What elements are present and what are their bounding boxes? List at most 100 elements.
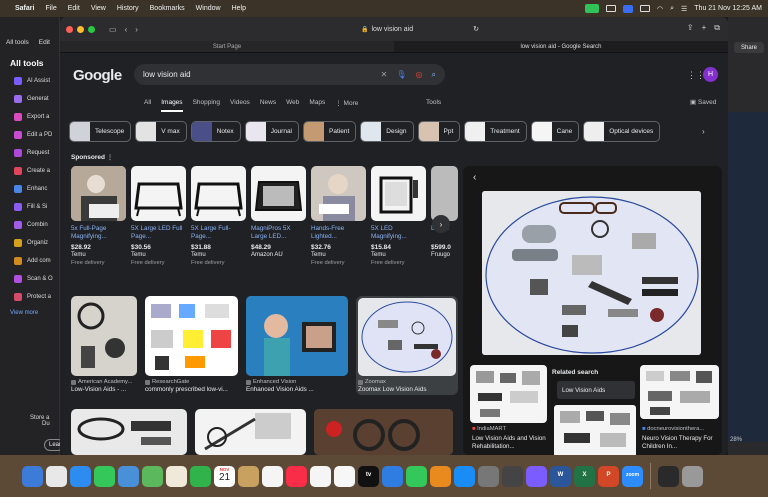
chip-cane[interactable]: Cane — [530, 121, 580, 142]
acrobat-tool[interactable]: Export a — [0, 108, 59, 126]
launchpad-icon[interactable] — [46, 465, 67, 487]
forward-icon[interactable]: › — [135, 25, 138, 34]
nav-images[interactable]: Images — [161, 99, 183, 112]
acrobat-tool[interactable]: AI Assist — [0, 72, 59, 90]
contacts-icon[interactable] — [238, 465, 259, 487]
input-source-icon[interactable] — [622, 4, 633, 13]
menu-window[interactable]: Window — [196, 5, 221, 12]
acrobat-tool[interactable]: Scan & O — [0, 270, 59, 288]
related-image[interactable] — [554, 405, 636, 455]
word-icon[interactable]: W — [550, 465, 571, 487]
nav-news[interactable]: News — [260, 99, 276, 112]
zoom-window-button[interactable] — [88, 25, 95, 33]
pages-icon[interactable] — [430, 465, 451, 487]
nav-videos[interactable]: Videos — [230, 99, 250, 112]
acrobat-tool[interactable]: Create a — [0, 162, 59, 180]
share-button[interactable]: Share — [734, 42, 764, 53]
wifi-icon[interactable]: ◠ — [657, 5, 663, 13]
acrobat-tool[interactable]: Fill & Si — [0, 198, 59, 216]
menubar-datetime[interactable]: Thu 21 Nov 12:25 AM — [694, 5, 762, 12]
related-search-chip[interactable]: Low Vision Aids — [557, 381, 635, 399]
mail-icon[interactable] — [118, 465, 139, 487]
related-image[interactable] — [470, 365, 547, 423]
nav-all[interactable]: All — [144, 99, 151, 112]
address-bar[interactable]: 🔒 low vision aid ↻ — [320, 23, 520, 35]
menu-app-name[interactable]: Safari — [15, 5, 34, 12]
calendar-icon[interactable]: NOV 21 — [214, 465, 235, 487]
nav-shopping[interactable]: Shopping — [193, 99, 220, 112]
messages-icon[interactable] — [94, 465, 115, 487]
clear-icon[interactable]: ✕ — [381, 70, 388, 80]
safari-icon[interactable] — [70, 465, 91, 487]
acrobat-tool[interactable]: Combin — [0, 216, 59, 234]
nav-web[interactable]: Web — [286, 99, 299, 112]
minimize-window-button[interactable] — [77, 25, 84, 33]
tab-start-page[interactable]: Start Page — [60, 41, 394, 52]
nav-more[interactable]: ⋮ More — [335, 99, 358, 112]
preview-image[interactable] — [482, 191, 701, 355]
display-icon[interactable] — [605, 5, 616, 12]
nav-maps[interactable]: Maps — [309, 99, 325, 112]
acrobat-tool[interactable]: Protect a — [0, 288, 59, 306]
image-result[interactable] — [195, 409, 306, 455]
menu-history[interactable]: History — [117, 5, 139, 12]
app-icon[interactable] — [526, 465, 547, 487]
acrobat-tool[interactable]: Request — [0, 144, 59, 162]
freeform-icon[interactable] — [334, 465, 355, 487]
image-result-selected[interactable]: Zoomax Zoomax Low Vision Aids — [356, 296, 458, 395]
image-result[interactable]: American Academy... Low-Vision Aids - ..… — [71, 296, 137, 395]
share-icon[interactable]: ⇪ — [687, 23, 694, 33]
acrobat-tab-edit[interactable]: Edit — [39, 39, 50, 46]
tv-icon[interactable]: tv — [358, 465, 379, 487]
related-image[interactable] — [640, 365, 719, 419]
chip-ppt[interactable]: Ppt — [417, 121, 461, 142]
search-icon[interactable]: ⌕ — [432, 70, 436, 80]
facetime-status-icon[interactable] — [584, 4, 599, 13]
product-card[interactable]: 5x Full-Page Magnifying... $28.92 Temu F… — [71, 166, 126, 284]
more-options-icon[interactable]: ⋮ — [107, 154, 114, 161]
image-result[interactable] — [71, 409, 187, 455]
voice-search-icon[interactable]: 🎙 — [396, 70, 406, 80]
acrobat-tab-all-tools[interactable]: All tools — [6, 39, 29, 46]
product-card[interactable]: MagniPros 5X Large LED... $48.29 Amazon … — [251, 166, 306, 284]
downloads-icon[interactable] — [658, 465, 679, 487]
google-logo[interactable]: Google — [73, 67, 122, 84]
battery-icon[interactable] — [639, 5, 650, 12]
acrobat-tool[interactable]: Edit a PD — [0, 126, 59, 144]
menu-file[interactable]: File — [45, 5, 56, 12]
photos-icon[interactable] — [166, 465, 187, 487]
acrobat-tool[interactable]: Generat — [0, 90, 59, 108]
chip-telescope[interactable]: Telescope — [69, 121, 132, 142]
powerpoint-icon[interactable]: P — [598, 465, 619, 487]
related-title[interactable]: Neuro Vision Therapy For Children In... — [642, 435, 718, 451]
product-card[interactable]: 5X Large LED Full Page... $30.56 Temu Fr… — [131, 166, 186, 284]
tools-button[interactable]: Tools — [426, 99, 441, 106]
sidebar-toggle-icon[interactable]: ▭ — [109, 25, 117, 34]
control-center-icon[interactable]: ☰ — [681, 5, 687, 13]
menu-edit[interactable]: Edit — [68, 5, 80, 12]
facetime-icon[interactable] — [190, 465, 211, 487]
chip-design[interactable]: Design — [360, 121, 414, 142]
finder-icon[interactable] — [22, 465, 43, 487]
new-tab-icon[interactable]: + — [702, 23, 707, 33]
reminders-icon[interactable] — [262, 465, 283, 487]
spotlight-icon[interactable]: ⌕ — [670, 5, 674, 13]
menu-help[interactable]: Help — [232, 5, 246, 12]
chip-optical-devices[interactable]: Optical devices — [583, 121, 661, 142]
view-more-link[interactable]: View more — [0, 306, 59, 320]
tab-google-search[interactable]: low vision aid - Google Search — [394, 41, 728, 52]
chip-notex[interactable]: Notex — [190, 121, 241, 142]
tab-overview-icon[interactable]: ⧉ — [714, 23, 720, 33]
chevron-right-icon[interactable]: › — [432, 215, 450, 233]
chip-patient[interactable]: Patient — [303, 121, 357, 142]
back-arrow-icon[interactable]: ‹ — [473, 172, 476, 183]
search-input[interactable]: low vision aid ✕ 🎙 ◎ ⌕ — [134, 64, 445, 85]
excel-icon[interactable]: X — [574, 465, 595, 487]
reload-icon[interactable]: ↻ — [473, 25, 479, 33]
product-card[interactable]: 5X LED Magnifying... $15.84 Temu Free de… — [371, 166, 426, 284]
acrobat-tool[interactable]: Organiz — [0, 234, 59, 252]
saved-button[interactable]: ▣ Saved — [690, 98, 716, 106]
image-result[interactable] — [314, 409, 453, 455]
back-icon[interactable]: ‹ — [125, 25, 128, 34]
music-icon[interactable] — [286, 465, 307, 487]
